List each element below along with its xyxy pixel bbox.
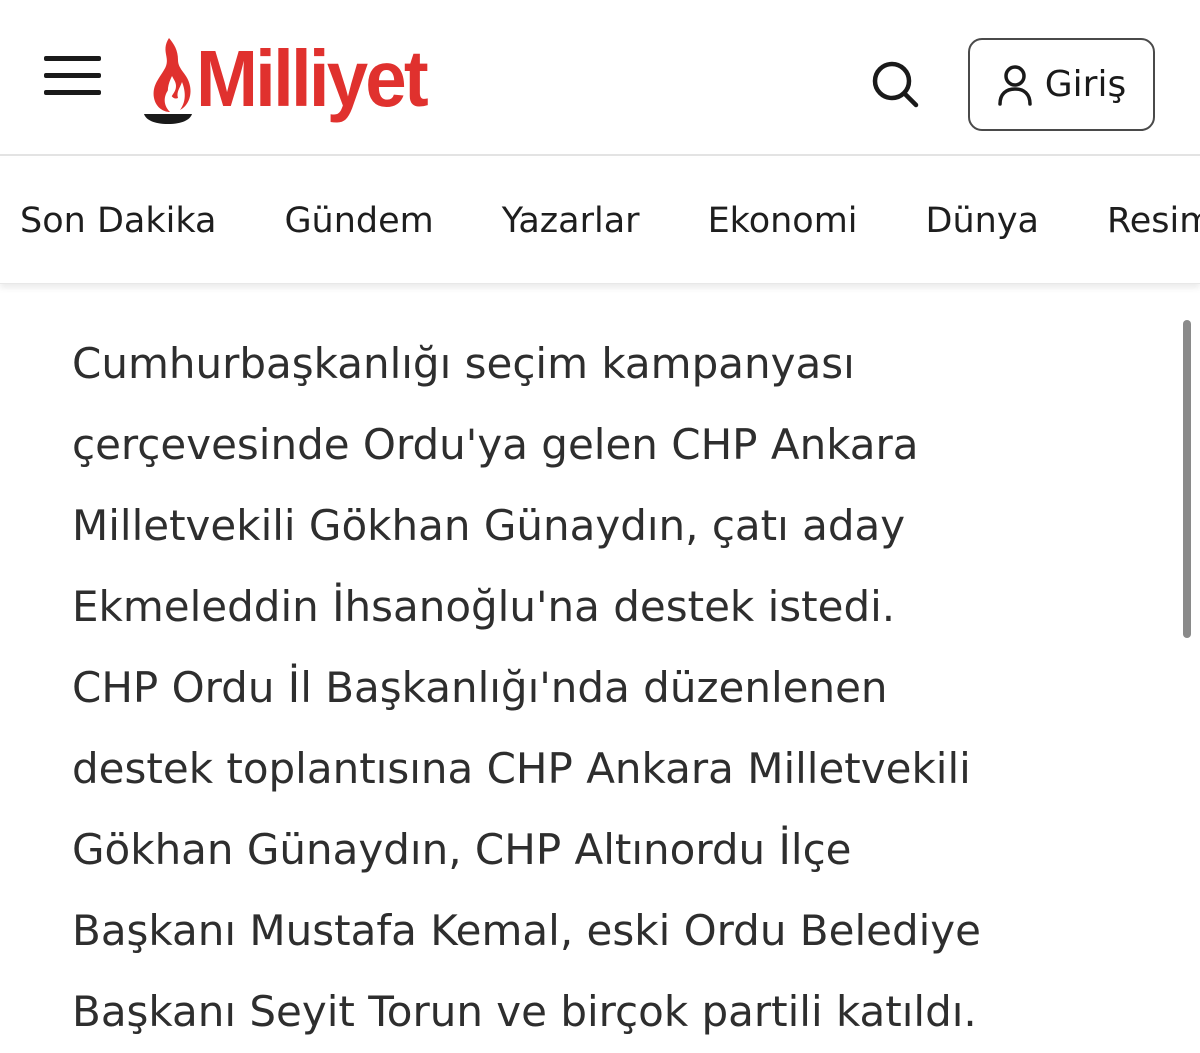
hamburger-menu-icon (44, 56, 101, 61)
category-nav-list: Son Dakika Gündem Yazarlar Ekonomi Dünya… (20, 158, 1200, 283)
article-line: Gökhan Günaydın, CHP Altınordu İlçe (72, 825, 852, 874)
site-header: Milliyet Giriş (0, 0, 1200, 156)
search-icon (872, 61, 919, 108)
article-body: Cumhurbaşkanlığı seçim kampanyası çerçev… (72, 323, 1152, 1052)
hamburger-menu-icon-bar (44, 73, 101, 78)
user-icon (998, 64, 1032, 106)
category-nav: Son Dakika Gündem Yazarlar Ekonomi Dünya… (0, 158, 1200, 284)
vertical-scrollbar[interactable] (1183, 320, 1191, 638)
article-line: CHP Ordu İl Başkanlığı'nda düzenlenen (72, 663, 888, 712)
article-line: Cumhurbaşkanlığı seçim kampanyası (72, 339, 855, 388)
login-label: Giriş (1044, 64, 1127, 105)
login-button[interactable]: Giriş (968, 38, 1155, 131)
article-line: çerçevesinde Ordu'ya gelen CHP Ankara (72, 420, 919, 469)
hamburger-menu-icon-bar (44, 90, 101, 95)
article-line: Milletvekili Gökhan Günaydın, çatı aday (72, 501, 906, 550)
nav-item-ekonomi[interactable]: Ekonomi (708, 203, 858, 239)
hamburger-menu-button[interactable] (38, 50, 108, 106)
page: Milliyet Giriş Son Dakika Gündem Yazarla… (0, 0, 1200, 1053)
article-content: Cumhurbaşkanlığı seçim kampanyası çerçev… (0, 284, 1200, 1053)
article-line: Başkanı Mustafa Kemal, eski Ordu Belediy… (72, 906, 981, 955)
nav-item-dunya[interactable]: Dünya (926, 203, 1039, 239)
nav-item-yazarlar[interactable]: Yazarlar (502, 203, 640, 239)
logo-text: Milliyet (196, 34, 429, 123)
article-line: Başkanı Seyit Torun ve birçok partili ka… (72, 987, 977, 1036)
nav-item-resim[interactable]: Resim (1107, 203, 1200, 239)
nav-item-son-dakika[interactable]: Son Dakika (20, 203, 216, 239)
flame-icon (144, 38, 192, 124)
search-button[interactable] (866, 55, 924, 113)
nav-item-gundem[interactable]: Gündem (284, 203, 433, 239)
article-line: Ekmeleddin İhsanoğlu'na destek istedi. (72, 582, 896, 631)
article-line: destek toplantısına CHP Ankara Milletvek… (72, 744, 971, 793)
milliyet-logo[interactable]: Milliyet (142, 36, 443, 126)
